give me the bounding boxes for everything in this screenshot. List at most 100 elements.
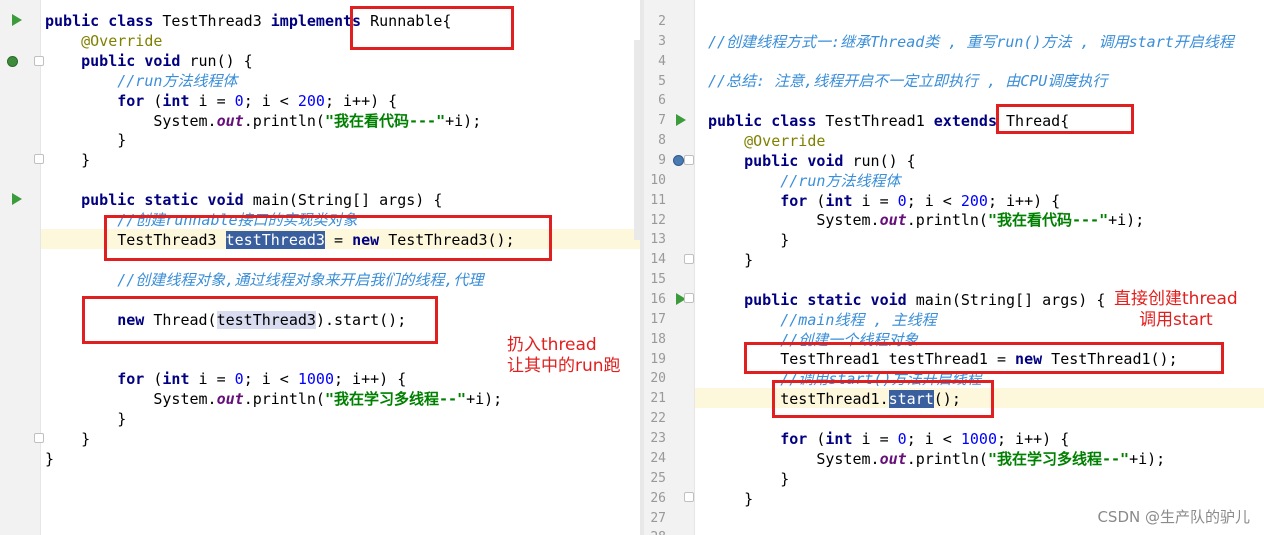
fold-marker-icon[interactable] [34, 154, 44, 164]
code-token: i = [861, 429, 898, 448]
code-line[interactable]: //创建线程方式一:继承Thread类 , 重写run()方法 , 调用star… [708, 32, 1234, 52]
code-token: 0 [234, 370, 244, 389]
code-token: .println( [243, 111, 325, 130]
line-number: 13 [650, 232, 666, 248]
code-line[interactable]: //创建runnable接口的实现类对象 [45, 210, 358, 230]
code-token: for [45, 91, 154, 110]
code-token: "我在学习多线程--" [324, 390, 467, 409]
right-note-line1: 直接创建thread [1114, 289, 1238, 309]
fold-marker-icon[interactable] [34, 56, 44, 66]
code-token: 1000 [297, 370, 334, 389]
code-token: Runnable{ [370, 12, 452, 30]
code-line[interactable]: } [45, 130, 126, 150]
code-line[interactable]: } [708, 489, 753, 509]
right-code-editor[interactable]: 2 3 4 5 6 7 8 9 10 11 12 13 14 15 16 17 18 19 20 21 22 23 24 25… [644, 0, 1264, 535]
line-number: 17 [650, 311, 666, 327]
code-token: } [45, 449, 55, 468]
code-token: 200 [960, 191, 988, 210]
code-token: 1000 [960, 429, 997, 448]
code-token: TestThread3 [45, 230, 226, 249]
code-line[interactable]: TestThread3 testThread3 = new TestThread… [45, 230, 515, 250]
code-token: .println( [906, 449, 988, 468]
fold-marker-icon[interactable] [684, 254, 694, 264]
code-token: int [825, 429, 862, 448]
code-token: .println( [243, 390, 325, 409]
code-line[interactable]: } [708, 469, 789, 489]
fold-marker-icon[interactable] [34, 433, 44, 443]
code-token: } [45, 151, 91, 170]
line-number: 7 [658, 113, 666, 129]
code-line[interactable]: for (int i = 0; i < 200; i++) { [708, 191, 1060, 211]
code-line[interactable]: public static void main(String[] args) { [45, 190, 442, 210]
code-token: } [708, 231, 790, 250]
code-line[interactable]: } [45, 449, 54, 469]
fold-marker-icon[interactable] [684, 293, 694, 303]
code-token: Thread( [153, 310, 217, 329]
code-line[interactable]: System.out.println("我在学习多线程--"+i); [708, 449, 1165, 469]
code-line[interactable]: for (int i = 0; i < 1000; i++) { [708, 429, 1069, 449]
code-token: TestThread1(); [1051, 350, 1178, 369]
code-token: ; i < [243, 91, 298, 110]
code-token: } [708, 251, 754, 270]
code-token: out [216, 111, 244, 130]
code-token: = [324, 230, 353, 249]
code-line[interactable]: public void run() { [708, 151, 916, 171]
code-line[interactable]: public class TestThread3 implements Runn… [45, 11, 451, 31]
run-gutter-icon[interactable] [12, 14, 22, 26]
code-line[interactable]: //总结: 注意,线程开启不一定立即执行 , 由CPU调度执行 [708, 71, 1107, 91]
code-line[interactable]: //run方法线程体 [45, 71, 237, 91]
code-line[interactable]: testThread1.start(); [708, 389, 961, 409]
code-token: ; i++) { [334, 370, 407, 389]
fold-marker-icon[interactable] [684, 492, 694, 502]
code-line[interactable]: System.out.println("我在看代码---"+i); [45, 111, 481, 131]
code-line[interactable]: new Thread(testThread3).start(); [45, 310, 406, 330]
code-line[interactable]: for (int i = 0; i < 1000; i++) { [45, 369, 406, 389]
code-token: i = [198, 91, 235, 110]
code-token: ).start(); [315, 310, 407, 329]
code-token: //main线程 , 主线程 [708, 310, 937, 329]
code-line[interactable]: @Override [708, 131, 825, 151]
code-line[interactable]: //run方法线程体 [708, 171, 900, 191]
code-token: //调用start()方法开启线程 [708, 370, 982, 389]
fold-marker-icon[interactable] [684, 155, 694, 165]
code-line[interactable]: TestThread1 testThread1 = new TestThread… [708, 349, 1178, 369]
code-line[interactable]: for (int i = 0; i < 200; i++) { [45, 91, 397, 111]
code-token: 0 [234, 91, 244, 110]
code-line[interactable]: } [708, 230, 789, 250]
code-token: } [708, 469, 790, 488]
code-line[interactable]: //创建一个线程对象 [708, 330, 918, 350]
code-token: testThread1. [708, 390, 889, 409]
line-number: 11 [650, 192, 666, 208]
left-note-line2: 让其中的run跑 [507, 356, 621, 376]
code-token: for [708, 191, 817, 210]
code-line[interactable]: //创建线程对象,通过线程对象来开启我们的线程,代理 [45, 270, 483, 290]
code-token: System. [45, 390, 217, 409]
code-line[interactable]: } [45, 150, 90, 170]
line-number: 23 [650, 431, 666, 447]
code-line[interactable]: @Override [45, 31, 162, 51]
code-token: //创建runnable接口的实现类对象 [45, 211, 358, 229]
code-token: int [162, 370, 199, 389]
code-line[interactable]: public static void main(String[] args) { [708, 290, 1105, 310]
left-code-editor[interactable]: public class TestThread3 implements Runn… [0, 0, 640, 535]
code-line[interactable]: //main线程 , 主线程 [708, 310, 937, 330]
line-number: 8 [658, 133, 666, 149]
code-line[interactable]: } [708, 250, 753, 270]
code-line[interactable]: } [45, 429, 90, 449]
code-token: } [45, 429, 91, 448]
run-gutter-icon[interactable] [676, 114, 686, 126]
line-number: 25 [650, 470, 666, 486]
run-gutter-icon[interactable] [12, 193, 22, 205]
code-token: "我在看代码---" [324, 111, 446, 130]
code-token: //创建线程对象,通过线程对象来开启我们的线程,代理 [45, 270, 484, 289]
code-line[interactable]: public class TestThread1 extends Thread{ [708, 111, 1069, 131]
code-token: //创建一个线程对象 [708, 330, 919, 349]
code-line[interactable]: } [45, 409, 126, 429]
code-line[interactable]: System.out.println("我在学习多线程--"+i); [45, 389, 502, 409]
override-gutter-icon[interactable] [673, 155, 684, 166]
override-gutter-icon[interactable] [7, 56, 18, 67]
code-line[interactable]: System.out.println("我在看代码---"+i); [708, 210, 1144, 230]
line-number: 22 [650, 411, 666, 427]
code-line[interactable]: //调用start()方法开启线程 [708, 369, 982, 389]
code-line[interactable]: public void run() { [45, 51, 253, 71]
